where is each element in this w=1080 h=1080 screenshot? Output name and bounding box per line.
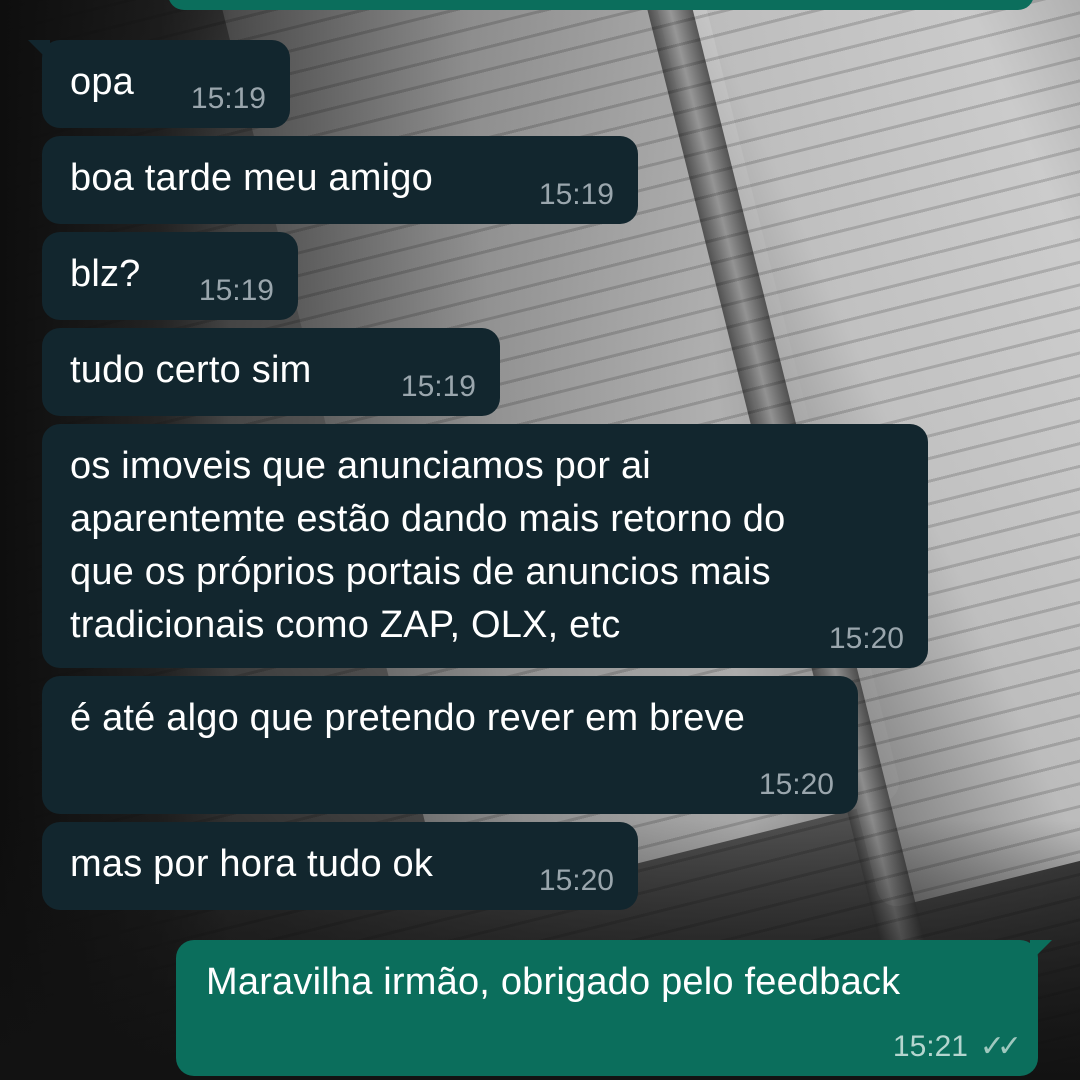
- incoming-message[interactable]: mas por hora tudo ok 15:20: [42, 822, 638, 910]
- message-time: 15:19: [400, 370, 476, 403]
- message-time: 15:20: [538, 864, 614, 897]
- incoming-message[interactable]: é até algo que pretendo rever em breve 1…: [42, 676, 858, 814]
- incoming-message[interactable]: os imoveis que anunciamos por ai aparent…: [42, 424, 928, 668]
- message-time: 15:21: [892, 1030, 968, 1063]
- message-time: 15:20: [828, 622, 904, 655]
- message-text: Maravilha irmão, obrigado pelo feedback: [206, 961, 901, 1003]
- message-text: é até algo que pretendo rever em breve: [70, 697, 746, 739]
- bubble-tail: [1030, 940, 1052, 962]
- incoming-message[interactable]: boa tarde meu amigo 15:19: [42, 136, 638, 224]
- incoming-message[interactable]: opa 15:19: [28, 40, 290, 128]
- incoming-message[interactable]: blz? 15:19: [42, 232, 298, 320]
- message-time: 15:19: [538, 178, 614, 211]
- chat-messages[interactable]: opa 15:19 boa tarde meu amigo 15:19 blz?…: [0, 0, 1080, 1080]
- message-text: os imoveis que anunciamos por ai aparent…: [70, 445, 786, 646]
- previous-outgoing-message[interactable]: [168, 0, 1034, 10]
- outgoing-message[interactable]: Maravilha irmão, obrigado pelo feedback …: [176, 940, 1052, 1076]
- message-text: boa tarde meu amigo: [70, 157, 433, 199]
- message-text: mas por hora tudo ok: [70, 843, 434, 885]
- message-time: 15:19: [198, 274, 274, 307]
- message-time: 15:19: [190, 82, 266, 115]
- bubble-tail: [28, 40, 50, 62]
- double-check-icon: ✓✓: [979, 1030, 1022, 1063]
- incoming-message[interactable]: tudo certo sim 15:19: [42, 328, 500, 416]
- message-time: 15:20: [758, 768, 834, 801]
